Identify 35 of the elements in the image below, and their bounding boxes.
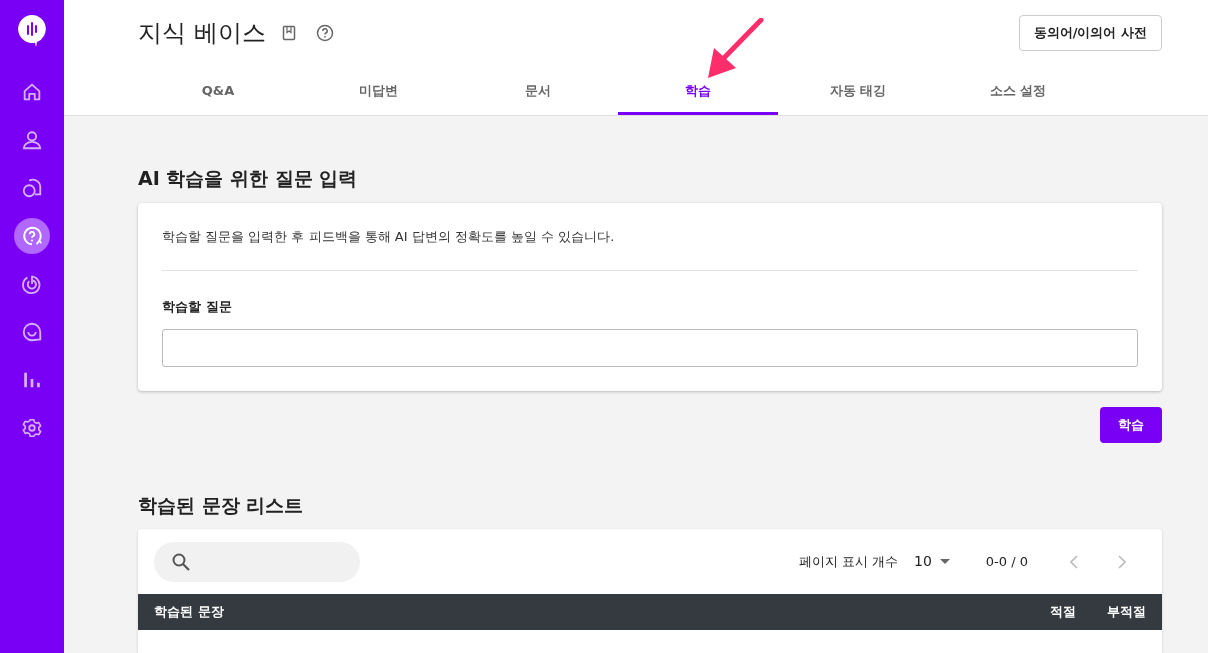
settings-icon: [21, 417, 43, 439]
page-range: 0-0 / 0: [985, 552, 1028, 571]
column-header[interactable]: 적절: [1016, 602, 1076, 622]
smile-chat-icon: [21, 321, 43, 343]
chat-bubble-logo[interactable]: [17, 14, 47, 48]
page-size-label: 페이지 표시 개수: [798, 552, 898, 571]
search-field[interactable]: [154, 541, 360, 582]
home-icon: [21, 81, 43, 103]
question-input-field[interactable]: [162, 328, 1138, 367]
tab[interactable]: Q&A: [138, 67, 298, 115]
search-icon: [172, 552, 190, 571]
description-text: 학습할 질문을 입력한 후 피드백을 통해 AI 답변의 정확도를 높일 수 있습니다.: [162, 226, 1138, 271]
help-icon: [21, 225, 43, 247]
tab[interactable]: 미답변: [298, 67, 458, 115]
section-title: AI 학습을 위한 질문 입력: [138, 166, 359, 191]
tab[interactable]: 자동 태깅: [778, 67, 938, 115]
tab[interactable]: 소스 설정: [938, 67, 1098, 115]
previous-page-icon[interactable]: [1070, 554, 1078, 569]
help-icon[interactable]: [315, 24, 334, 42]
person-icon: [21, 129, 43, 151]
target-icon: [21, 273, 43, 295]
chat-bubbles-icon: [21, 177, 43, 199]
book-icon[interactable]: [281, 25, 296, 41]
field-label: 학습할 질문: [162, 298, 233, 316]
section-title: 학습된 문장 리스트: [138, 492, 305, 518]
page-size-dropdown[interactable]: 10: [914, 551, 950, 572]
column-header[interactable]: 학습된 문장: [154, 602, 1016, 622]
next-page-icon[interactable]: [1118, 554, 1126, 569]
sidebar-item[interactable]: [14, 218, 50, 254]
dropdown-caret-icon: [939, 559, 950, 564]
page-title: 지식 베이스: [138, 18, 266, 49]
dictionary-button[interactable]: 동의어/이의어 사전: [1018, 15, 1162, 51]
column-header[interactable]: 부적절: [1076, 602, 1146, 622]
learn-button[interactable]: 학습: [1100, 406, 1162, 443]
tab[interactable]: 문서: [458, 67, 618, 115]
